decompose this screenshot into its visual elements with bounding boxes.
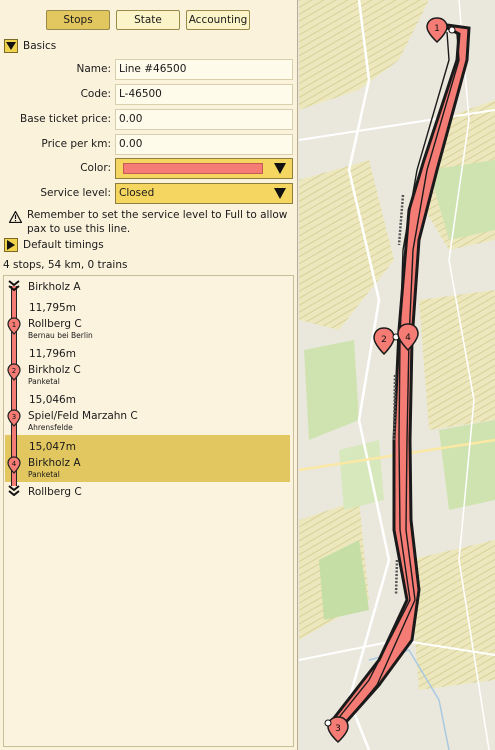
code-label: Code:	[80, 88, 111, 100]
service-label: Service level:	[40, 187, 111, 199]
color-dropdown[interactable]	[115, 158, 293, 179]
base-ticket-input[interactable]: 0.00	[115, 109, 293, 130]
svg-text:1: 1	[434, 24, 440, 34]
svg-text:4: 4	[405, 333, 411, 343]
color-label: Color:	[80, 162, 111, 174]
chevron-down-icon	[274, 188, 286, 199]
service-level-dropdown[interactable]: Closed	[115, 183, 293, 204]
line-panel: Stops State Accounting Basics Name: Line…	[0, 0, 298, 750]
map-view[interactable]: 1 2 4 3	[299, 0, 495, 750]
segment-distance: 11,795m	[29, 302, 76, 314]
expand-arrow-icon	[4, 238, 18, 252]
svg-text:4: 4	[12, 460, 17, 468]
default-timings-label: Default timings	[23, 239, 104, 251]
color-row: Color:	[0, 158, 298, 179]
stop-list[interactable]: Birkholz A 11,795m 1 Rollberg C Bernau b…	[3, 275, 294, 747]
stop-marker-icon: 2	[7, 363, 21, 381]
segment-distance: 15,046m	[29, 394, 76, 406]
map-canvas[interactable]: 1 2 4 3	[299, 0, 495, 750]
base-ticket-row: Base ticket price: 0.00	[0, 109, 298, 130]
stop-marker-icon: 1	[7, 317, 21, 335]
svg-text:3: 3	[335, 724, 341, 734]
price-km-input[interactable]: 0.00	[115, 134, 293, 155]
price-km-row: Price per km: 0.00	[0, 134, 298, 155]
name-row: Name: Line #46500	[0, 59, 298, 80]
tab-accounting[interactable]: Accounting	[186, 10, 250, 30]
warning-icon	[9, 211, 22, 223]
warning-text: Remember to set the service level to Ful…	[27, 209, 288, 235]
stop-municipality: Panketal	[28, 470, 60, 479]
end-stop-name[interactable]: Rollberg C	[28, 486, 82, 498]
svg-text:3: 3	[12, 413, 16, 421]
name-label: Name:	[76, 63, 111, 75]
service-level-value: Closed	[119, 187, 155, 199]
base-ticket-label: Base ticket price:	[19, 113, 111, 125]
stop-municipality: Bernau bei Berlin	[28, 331, 93, 340]
svg-text:2: 2	[12, 367, 16, 375]
segment-distance: 11,796m	[29, 348, 76, 360]
double-chevron-down-icon	[8, 280, 20, 291]
segment-distance: 15,047m	[29, 441, 76, 453]
stop-name[interactable]: Birkholz C	[28, 364, 81, 376]
svg-text:1: 1	[12, 321, 16, 329]
farmland-area	[419, 290, 495, 430]
tab-stops[interactable]: Stops	[46, 10, 110, 30]
default-timings-toggle[interactable]: Default timings	[4, 238, 104, 252]
tab-state[interactable]: State	[116, 10, 180, 30]
svg-text:2: 2	[381, 335, 387, 345]
stop-municipality: Ahrensfelde	[28, 423, 73, 432]
color-swatch	[123, 163, 263, 174]
stop-name[interactable]: Spiel/Feld Marzahn C	[28, 410, 138, 422]
price-km-label: Price per km:	[41, 138, 111, 150]
service-row: Service level: Closed	[0, 183, 298, 204]
stop-marker-icon: 4	[7, 456, 21, 474]
name-input[interactable]: Line #46500	[115, 59, 293, 80]
start-stop-name[interactable]: Birkholz A	[28, 281, 81, 293]
stop-name[interactable]: Birkholz A	[28, 457, 81, 469]
stop-municipality: Panketal	[28, 377, 60, 386]
basics-toggle[interactable]: Basics	[4, 39, 56, 53]
chevron-down-icon	[274, 163, 286, 174]
tab-bar: Stops State Accounting	[46, 10, 250, 30]
farmland-area	[409, 540, 495, 690]
code-row: Code: L-46500	[0, 84, 298, 105]
line-summary: 4 stops, 54 km, 0 trains	[3, 259, 128, 271]
code-input[interactable]: L-46500	[115, 84, 293, 105]
stop-marker-icon: 3	[7, 409, 21, 427]
collapse-arrow-icon	[4, 39, 18, 53]
stop-name[interactable]: Rollberg C	[28, 318, 82, 330]
double-chevron-down-icon	[8, 485, 20, 496]
forest-area	[439, 420, 495, 510]
basics-title: Basics	[23, 40, 57, 52]
